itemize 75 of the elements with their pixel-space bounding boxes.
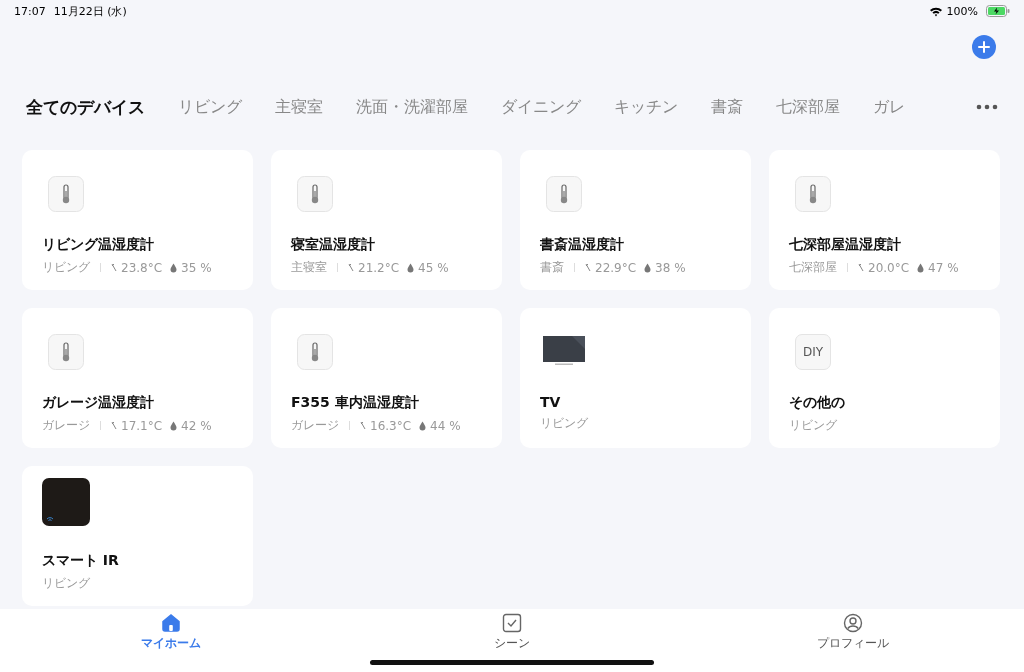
room-tab[interactable]: 全てのデバイス: [26, 95, 145, 119]
battery-icon: [986, 5, 1010, 17]
humidity-value: 45 %: [418, 260, 449, 275]
water-drop-icon: [170, 420, 178, 431]
humidity-value: 47 %: [928, 260, 959, 275]
tv-icon: [542, 334, 586, 366]
device-card[interactable]: DIY その他の リビング: [769, 308, 1000, 448]
device-card[interactable]: 書斎温湿度計 書斎 22.9°C 38 %: [520, 150, 751, 290]
temperature-icon: [111, 421, 117, 430]
device-name: 書斎温湿度計: [540, 236, 625, 254]
add-button[interactable]: [972, 35, 996, 59]
device-name: スマート IR: [42, 552, 120, 570]
battery-percent: 100%: [946, 4, 978, 18]
device-card[interactable]: 寝室温湿度計 主寝室 21.2°C 45 %: [271, 150, 502, 290]
temperature-icon: [111, 263, 117, 272]
room-label: ガレージ: [42, 417, 90, 434]
device-card[interactable]: ガレージ温湿度計 ガレージ 17.1°C 42 %: [22, 308, 253, 448]
humidity-value: 35 %: [181, 260, 212, 275]
humidity-value: 44 %: [430, 418, 461, 433]
water-drop-icon: [644, 262, 652, 273]
device-name: その他の: [789, 394, 846, 412]
ir-remote-icon: [42, 478, 90, 526]
room-label: リビング: [42, 575, 90, 592]
room-label: リビング: [789, 417, 837, 434]
thermometer-icon: [297, 176, 333, 212]
device-name: TV: [540, 394, 562, 410]
device-name: 寝室温湿度計: [291, 236, 376, 254]
thermometer-icon: [795, 176, 831, 212]
device-card[interactable]: TV リビング: [520, 308, 751, 448]
device-card[interactable]: F355 車内温湿度計 ガレージ 16.3°C 44 %: [271, 308, 502, 448]
diy-icon: DIY: [795, 334, 831, 370]
temperature-value: 22.9°C: [595, 260, 637, 275]
temperature-value: 17.1°C: [121, 418, 163, 433]
status-time: 17:07: [14, 4, 46, 18]
room-label: ガレージ: [291, 417, 339, 434]
status-date: 11月22日 (水): [53, 3, 127, 19]
room-label: 主寝室: [291, 259, 327, 276]
water-drop-icon: [407, 262, 415, 273]
thermometer-icon: [297, 334, 333, 370]
device-name: ガレージ温湿度計: [42, 394, 155, 412]
water-drop-icon: [170, 262, 178, 273]
temperature-value: 20.0°C: [868, 260, 910, 275]
checkbox-icon: [502, 613, 522, 633]
room-label: 七深部屋: [789, 259, 837, 276]
thermometer-icon: [48, 334, 84, 370]
room-label: リビング: [540, 415, 588, 432]
temperature-icon: [858, 263, 864, 272]
temperature-icon: [348, 263, 354, 272]
water-drop-icon: [917, 262, 925, 273]
temperature-value: 23.8°C: [121, 260, 163, 275]
wifi-icon: [928, 5, 943, 17]
temperature-icon: [360, 421, 366, 430]
device-card[interactable]: リビング温湿度計 リビング 23.8°C 35 %: [22, 150, 253, 290]
humidity-value: 42 %: [181, 418, 212, 433]
humidity-value: 38 %: [655, 260, 686, 275]
nav-tab[interactable]: シーン: [442, 613, 582, 653]
temperature-icon: [585, 263, 591, 272]
device-name: 七深部屋温湿度計: [789, 236, 902, 254]
thermometer-icon: [546, 176, 582, 212]
profile-icon: [843, 613, 864, 633]
temperature-value: 21.2°C: [358, 260, 400, 275]
room-label: 書斎: [540, 259, 564, 276]
plus-icon: [978, 41, 990, 53]
more-button[interactable]: [976, 104, 998, 110]
thermometer-icon: [48, 176, 84, 212]
water-drop-icon: [419, 420, 427, 431]
home-icon: [160, 613, 181, 633]
room-label: リビング: [42, 259, 90, 276]
temperature-value: 16.3°C: [370, 418, 412, 433]
device-name: リビング温湿度計: [42, 236, 155, 254]
nav-tab[interactable]: プロフィール: [783, 613, 924, 653]
device-name: F355 車内温湿度計: [291, 394, 420, 412]
device-card[interactable]: 七深部屋温湿度計 七深部屋 20.0°C 47 %: [769, 150, 1000, 290]
nav-tab[interactable]: マイホーム: [100, 613, 241, 653]
device-card[interactable]: スマート IR リビング: [22, 466, 253, 606]
